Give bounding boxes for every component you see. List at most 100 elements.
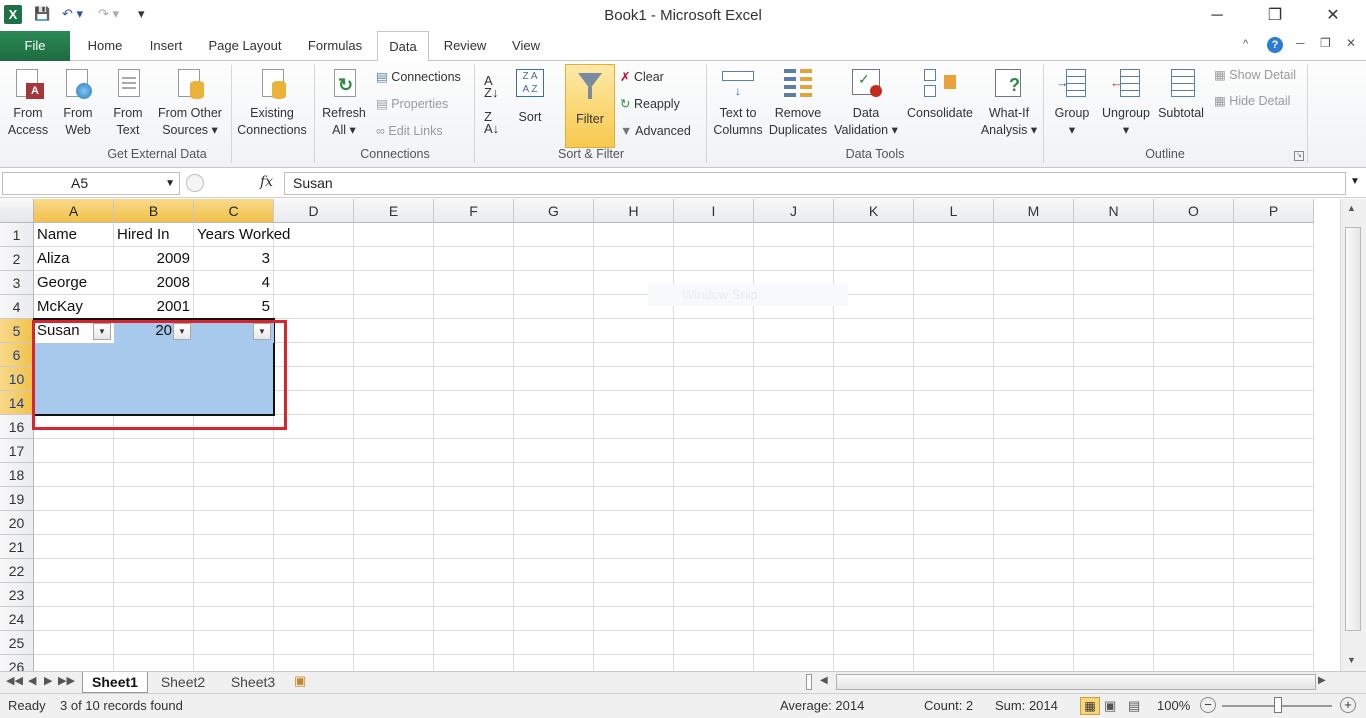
column-header-b[interactable]: B <box>114 199 194 223</box>
row-header-23[interactable]: 23 <box>0 583 34 607</box>
scroll-thumb[interactable] <box>1345 227 1361 631</box>
column-header-n[interactable]: N <box>1074 199 1154 223</box>
row-header-25[interactable]: 25 <box>0 631 34 655</box>
column-header-p[interactable]: P <box>1234 199 1314 223</box>
cell-c3[interactable]: 4 <box>194 271 270 295</box>
from-access-button[interactable]: A From Access <box>4 67 52 139</box>
row-header-4[interactable]: 4 <box>0 295 34 319</box>
column-header-k[interactable]: K <box>834 199 914 223</box>
text-to-columns-button[interactable]: ↓ Text to Columns <box>710 67 766 139</box>
doc-minimize-icon[interactable]: ─ <box>1296 36 1305 50</box>
ungroup-button[interactable]: ← Ungroup ▾ <box>1098 67 1154 139</box>
name-box-dropdown-icon[interactable]: ▼ <box>165 173 175 194</box>
outline-dialog-launcher-icon[interactable]: ↘ <box>1294 151 1304 161</box>
row-header-5[interactable]: 5 <box>0 319 34 343</box>
properties-button[interactable]: ▤ Properties <box>376 93 448 115</box>
from-other-sources-button[interactable]: From Other Sources ▾ <box>154 67 226 139</box>
row-header-10[interactable]: 10 <box>0 367 34 391</box>
tab-home[interactable]: Home <box>76 31 134 61</box>
cell-c2[interactable]: 3 <box>194 247 270 271</box>
group-button[interactable]: → Group ▾ <box>1048 67 1096 139</box>
sheet-tab-sheet2[interactable]: Sheet2 <box>152 672 214 693</box>
vertical-scrollbar[interactable]: ▲ ▼ <box>1340 199 1366 671</box>
page-layout-view-icon[interactable]: ▣ <box>1104 698 1116 714</box>
advanced-button[interactable]: ▼ Advanced <box>620 120 691 142</box>
column-header-d[interactable]: D <box>274 199 354 223</box>
sheet-tab-sheet1[interactable]: Sheet1 <box>82 672 148 693</box>
column-header-g[interactable]: G <box>514 199 594 223</box>
insert-sheet-icon[interactable]: ▣ <box>294 673 306 689</box>
help-icon[interactable]: ? <box>1267 37 1283 53</box>
worksheet-grid[interactable]: A B C D E F G H I J K L M N O P 1 2 3 4 5 6 10 14 16 17 18 19 20 21 22… <box>0 199 1340 671</box>
minimize-button[interactable]: ─ <box>1194 0 1240 31</box>
show-detail-button[interactable]: ▦ Show Detail <box>1214 64 1296 86</box>
filter-button[interactable]: Filter <box>565 64 615 148</box>
row-header-21[interactable]: 21 <box>0 535 34 559</box>
cell-c4[interactable]: 5 <box>194 295 270 319</box>
page-break-view-icon[interactable]: ▤ <box>1128 698 1140 714</box>
cell-b3[interactable]: 2008 <box>114 271 190 295</box>
what-if-analysis-button[interactable]: ? What-If Analysis ▾ <box>980 67 1038 139</box>
normal-view-icon[interactable]: ▦ <box>1080 697 1100 715</box>
hscroll-split[interactable] <box>806 674 812 690</box>
reapply-button[interactable]: ↻ Reapply <box>620 93 680 115</box>
doc-close-icon[interactable]: ✕ <box>1346 36 1356 50</box>
cell-a2[interactable]: Aliza <box>37 247 70 271</box>
column-header-e[interactable]: E <box>354 199 434 223</box>
cell-b2[interactable]: 2009 <box>114 247 190 271</box>
zoom-slider-thumb[interactable] <box>1274 697 1282 713</box>
row-header-22[interactable]: 22 <box>0 559 34 583</box>
zoom-in-icon[interactable]: + <box>1340 697 1356 713</box>
column-header-o[interactable]: O <box>1154 199 1234 223</box>
sort-button[interactable]: Z AA Z Sort <box>510 67 550 126</box>
hscroll-left-icon[interactable]: ◀ <box>820 675 828 686</box>
hscroll-thumb[interactable] <box>836 674 1316 690</box>
close-button[interactable]: ✕ <box>1310 0 1356 31</box>
row-header-26[interactable]: 26 <box>0 655 34 671</box>
row-header-19[interactable]: 19 <box>0 487 34 511</box>
existing-connections-button[interactable]: Existing Connections <box>234 67 310 139</box>
row-header-20[interactable]: 20 <box>0 511 34 535</box>
sheet-nav-last-icon[interactable]: ▶▶ <box>58 674 75 687</box>
tab-view[interactable]: View <box>503 31 549 61</box>
cell-b1[interactable]: Hired In <box>117 223 170 247</box>
row-header-24[interactable]: 24 <box>0 607 34 631</box>
sheet-nav-first-icon[interactable]: ◀◀ <box>6 674 23 687</box>
doc-restore-icon[interactable]: ❐ <box>1320 36 1331 50</box>
column-header-m[interactable]: M <box>994 199 1074 223</box>
column-header-f[interactable]: F <box>434 199 514 223</box>
ribbon-collapse-icon[interactable]: ^ <box>1243 38 1248 50</box>
remove-duplicates-button[interactable]: Remove Duplicates <box>768 67 828 139</box>
scroll-up-icon[interactable]: ▲ <box>1347 203 1356 213</box>
tab-data[interactable]: Data <box>377 31 429 62</box>
cell-a3[interactable]: George <box>37 271 87 295</box>
connections-button[interactable]: ▤ Connections <box>376 66 461 88</box>
row-header-16[interactable]: 16 <box>0 415 34 439</box>
refresh-all-button[interactable]: ↻ Refresh All ▾ <box>318 67 370 139</box>
row-header-17[interactable]: 17 <box>0 439 34 463</box>
hide-detail-button[interactable]: ▦ Hide Detail <box>1214 90 1290 112</box>
cell-c1[interactable]: Years Worked <box>197 223 290 247</box>
column-header-i[interactable]: I <box>674 199 754 223</box>
name-box[interactable]: A5 ▼ <box>2 172 180 195</box>
formula-expand-icon[interactable]: ▼ <box>1350 176 1360 187</box>
tab-file[interactable]: File <box>0 31 70 61</box>
formula-bar-handle-icon[interactable] <box>186 174 204 192</box>
row-header-6[interactable]: 6 <box>0 343 34 367</box>
edit-links-button[interactable]: ∞ Edit Links <box>376 120 443 142</box>
formula-input[interactable]: Susan <box>284 172 1346 195</box>
tab-insert[interactable]: Insert <box>140 31 192 61</box>
column-header-j[interactable]: J <box>754 199 834 223</box>
sort-ascending-icon[interactable]: A Z↓ <box>484 74 498 99</box>
subtotal-button[interactable]: Subtotal <box>1154 67 1208 122</box>
select-all-corner[interactable] <box>0 199 34 223</box>
cell-a1[interactable]: Name <box>37 223 77 247</box>
column-header-c[interactable]: C <box>194 199 274 223</box>
consolidate-button[interactable]: Consolidate <box>902 67 978 122</box>
hscroll-right-icon[interactable]: ▶ <box>1318 675 1326 686</box>
sheet-nav-prev-icon[interactable]: ◀ <box>28 674 36 687</box>
insert-function-icon[interactable]: fx <box>260 174 273 190</box>
from-web-button[interactable]: From Web <box>56 67 100 139</box>
column-header-l[interactable]: L <box>914 199 994 223</box>
scroll-down-icon[interactable]: ▼ <box>1347 655 1356 665</box>
